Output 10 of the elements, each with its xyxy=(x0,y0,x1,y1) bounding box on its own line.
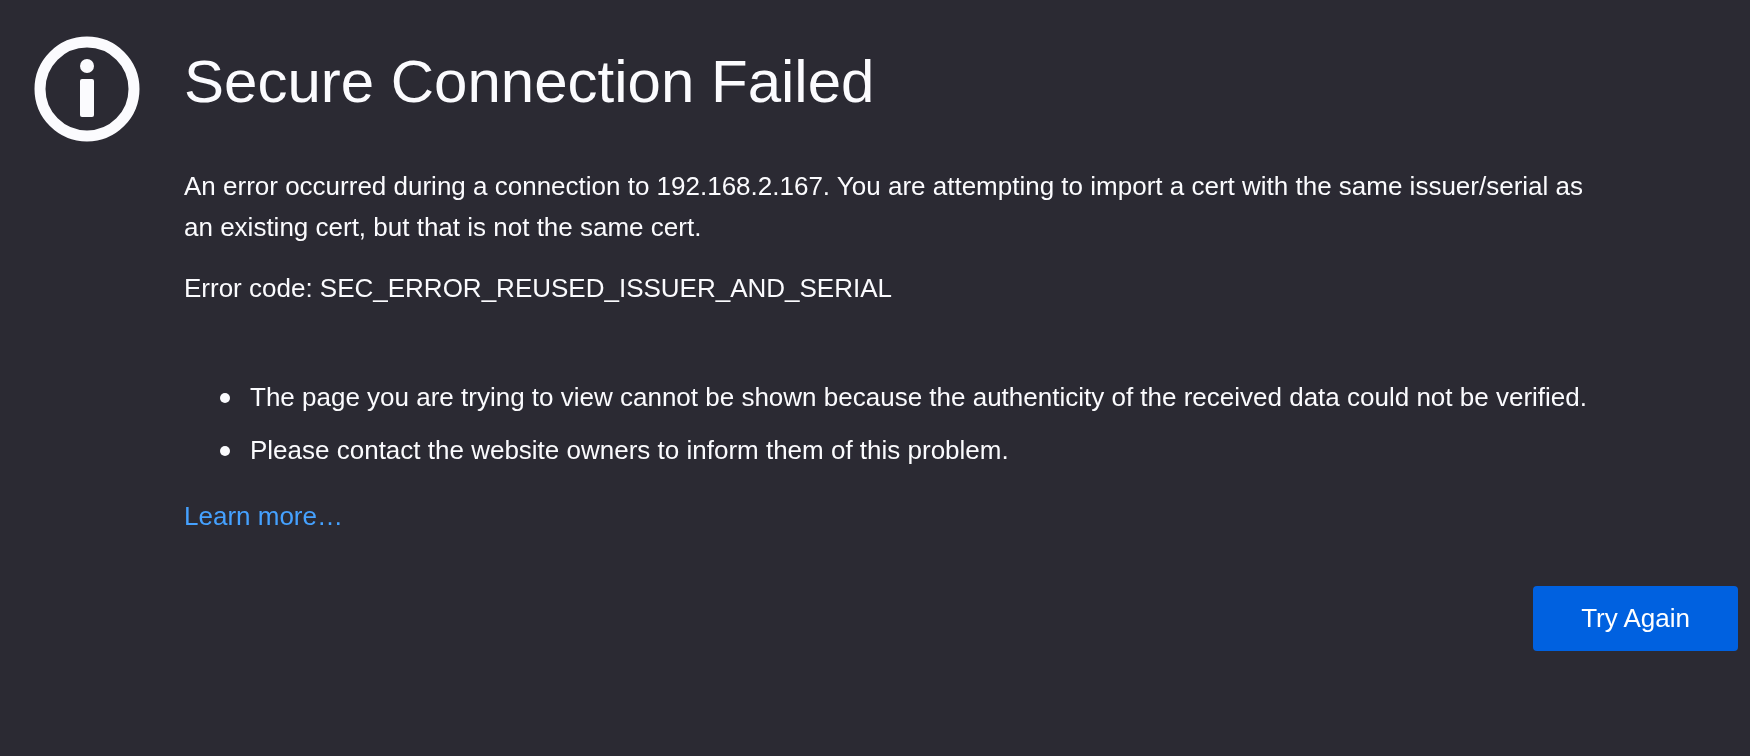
info-icon xyxy=(34,36,140,142)
bullet-item: Please contact the website owners to inform them of this problem. xyxy=(250,434,1009,467)
error-description: An error occurred during a connection to 192.168.2.167. You are attempting to import a cert with the same issuer/serial as an existing cert, but that is not the same cert. xyxy=(184,170,1584,244)
error-code: Error code: SEC_ERROR_REUSED_ISSUER_AND_SERIAL xyxy=(184,272,894,305)
bullet-item: The page you are trying to view cannot be shown because the authenticity of the received data could not be verified. xyxy=(250,381,1587,414)
try-again-button[interactable]: Try Again xyxy=(1533,586,1738,651)
learn-more-link[interactable]: Learn more… xyxy=(184,501,343,531)
page-title: Secure Connection Failed xyxy=(184,47,876,117)
bullet-icon xyxy=(220,446,230,456)
bullet-icon xyxy=(220,393,230,403)
